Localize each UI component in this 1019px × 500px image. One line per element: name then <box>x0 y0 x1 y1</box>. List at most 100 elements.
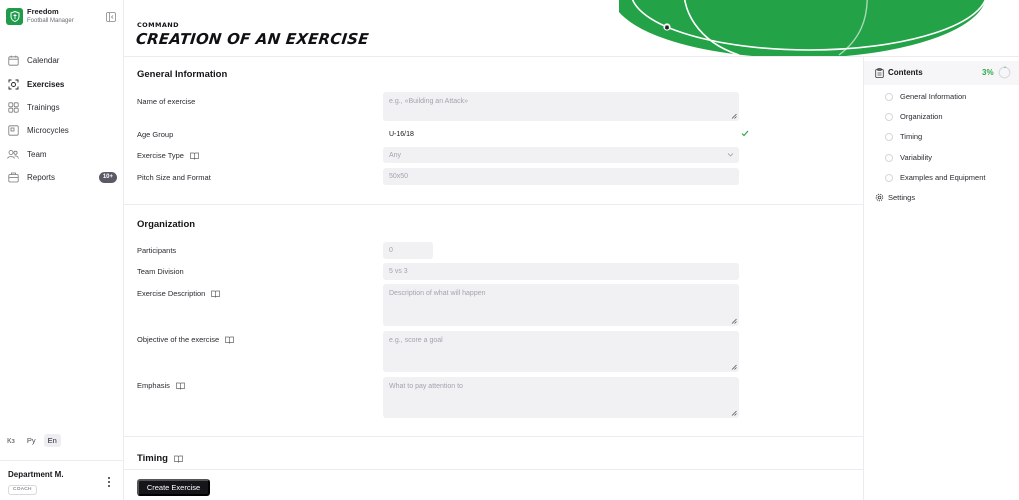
section-divider <box>124 436 863 437</box>
user-role-badge: COACH <box>8 485 37 495</box>
resize-grip-icon[interactable] <box>731 318 737 324</box>
toc-item-label: Organization <box>900 112 943 121</box>
objective-placeholder: e.g., score a goal <box>389 337 443 344</box>
brand[interactable]: Freedom Football Manager <box>6 6 118 28</box>
team-icon <box>7 148 19 160</box>
team-division-placeholder: 5 vs 3 <box>389 268 408 275</box>
progress-percent: 3% <box>982 68 994 77</box>
exercise-name-placeholder: e.g., «Building an Attack» <box>389 98 468 105</box>
language-en[interactable]: En <box>43 434 61 447</box>
shield-logo-icon <box>6 8 23 25</box>
toc-item-label: Examples and Equipment <box>900 173 986 182</box>
sidebar-item-reports[interactable]: Reports 10+ <box>0 166 124 189</box>
label-objective-text: Objective of the exercise <box>137 335 220 344</box>
close-icon[interactable] <box>1004 8 1014 18</box>
page-title: CREATION OF AN EXERCISE <box>135 30 370 48</box>
sidebar-item-microcycles[interactable]: Microcycles <box>0 119 124 142</box>
sidebar-item-label: Calendar <box>27 56 60 66</box>
exercise-description-textarea[interactable]: Description of what will happen <box>383 284 739 326</box>
toc-item-label: Variability <box>900 153 932 162</box>
resize-grip-icon[interactable] <box>731 364 737 370</box>
toc-item-variability[interactable]: Variability <box>885 153 932 162</box>
book-info-icon[interactable] <box>211 290 221 298</box>
emphasis-textarea[interactable]: What to pay attention to <box>383 377 739 418</box>
label-exercise-type: Exercise Type <box>137 151 199 160</box>
emphasis-placeholder: What to pay attention to <box>389 383 463 390</box>
toc-item-general-information[interactable]: General Information <box>885 92 966 101</box>
toc-item-examples-equipment[interactable]: Examples and Equipment <box>885 173 985 182</box>
sidebar-item-label: Microcycles <box>27 126 69 136</box>
more-vertical-icon[interactable] <box>104 476 114 488</box>
label-pitch-size: Pitch Size and Format <box>137 173 211 182</box>
resize-grip-icon[interactable] <box>731 113 737 119</box>
exercises-icon <box>7 78 19 90</box>
chevron-down-icon <box>727 153 734 157</box>
book-info-icon[interactable] <box>174 455 183 463</box>
gear-icon <box>875 193 884 202</box>
toc-item-label: Timing <box>900 132 923 141</box>
label-team-division: Team Division <box>137 267 184 276</box>
circle-icon <box>885 173 893 182</box>
toc-item-label: General Information <box>900 92 967 101</box>
section-title-general: General Information <box>137 69 228 80</box>
label-age-group: Age Group <box>137 130 174 139</box>
section-title-organization: Organization <box>137 219 196 230</box>
resize-grip-icon[interactable] <box>731 410 737 416</box>
sidebar-item-team[interactable]: Team <box>0 143 124 166</box>
create-exercise-button[interactable]: Create Exercise <box>137 479 210 496</box>
book-info-icon[interactable] <box>176 382 185 390</box>
label-participants: Participants <box>137 246 177 255</box>
page-subtitle: COMMAND <box>137 21 179 29</box>
sidebar-item-calendar[interactable]: Calendar <box>0 49 124 72</box>
exercise-type-select[interactable]: Any <box>383 147 739 163</box>
label-exercise-type-text: Exercise Type <box>137 151 184 160</box>
exercise-description-placeholder: Description of what will happen <box>389 290 486 297</box>
exercise-form: General Information Name of exercise e.g… <box>124 57 863 500</box>
contents-title: Contents <box>888 68 923 77</box>
section-divider <box>124 204 863 205</box>
settings-label: Settings <box>888 193 916 202</box>
reports-count-badge: 10+ <box>98 171 117 183</box>
book-info-icon[interactable] <box>225 336 234 344</box>
contents-header[interactable]: Contents 3% <box>864 61 1019 85</box>
check-icon <box>741 130 749 137</box>
page-header: COMMAND CREATION OF AN EXERCISE <box>124 0 1019 57</box>
sidebar-item-label: Reports <box>27 173 56 183</box>
sidebar-item-exercises[interactable]: Exercises <box>0 72 124 95</box>
football-pitch-illustration <box>619 0 988 56</box>
exercise-name-input[interactable]: e.g., «Building an Attack» <box>383 92 739 121</box>
language-ru[interactable]: Ру <box>23 434 40 447</box>
age-group-value: U-16/18 <box>389 130 414 138</box>
circle-icon <box>885 153 893 162</box>
label-objective: Objective of the exercise <box>137 335 234 344</box>
language-kz[interactable]: Кз <box>3 434 19 447</box>
objective-textarea[interactable]: e.g., score a goal <box>383 331 739 372</box>
toc-item-organization[interactable]: Organization <box>885 112 943 121</box>
language-switcher: Кз Ру En <box>3 434 61 447</box>
sidebar-item-trainings[interactable]: Trainings <box>0 96 124 119</box>
label-name-of-exercise: Name of exercise <box>137 97 196 106</box>
circle-icon <box>885 132 893 141</box>
user-name: Department M. <box>8 470 64 479</box>
pitch-size-input[interactable]: 50x50 <box>383 168 739 185</box>
participants-placeholder: 0 <box>389 247 393 254</box>
contents-panel: Contents 3% General Information Organiza… <box>863 57 1019 500</box>
circle-icon <box>885 112 893 121</box>
label-emphasis-text: Emphasis <box>137 381 170 390</box>
sidebar-collapse-icon[interactable] <box>105 11 117 23</box>
reports-icon <box>7 172 19 184</box>
section-title-timing: Timing <box>137 453 183 464</box>
label-exercise-description: Exercise Description <box>137 289 221 298</box>
settings-link[interactable]: Settings <box>875 193 915 202</box>
label-exercise-description-text: Exercise Description <box>137 289 206 298</box>
section-title-timing-text: Timing <box>137 453 168 464</box>
pitch-size-placeholder: 50x50 <box>389 173 409 180</box>
participants-input[interactable]: 0 <box>383 242 433 259</box>
sidebar-nav: Calendar Exercises Trainings Microcycles… <box>0 49 124 189</box>
clipboard-icon <box>875 68 884 78</box>
brand-subtitle: Football Manager <box>27 18 74 24</box>
book-info-icon[interactable] <box>190 152 199 160</box>
toc-item-timing[interactable]: Timing <box>885 132 922 141</box>
team-division-input[interactable]: 5 vs 3 <box>383 263 739 280</box>
age-group-select[interactable]: U-16/18 <box>383 126 749 142</box>
